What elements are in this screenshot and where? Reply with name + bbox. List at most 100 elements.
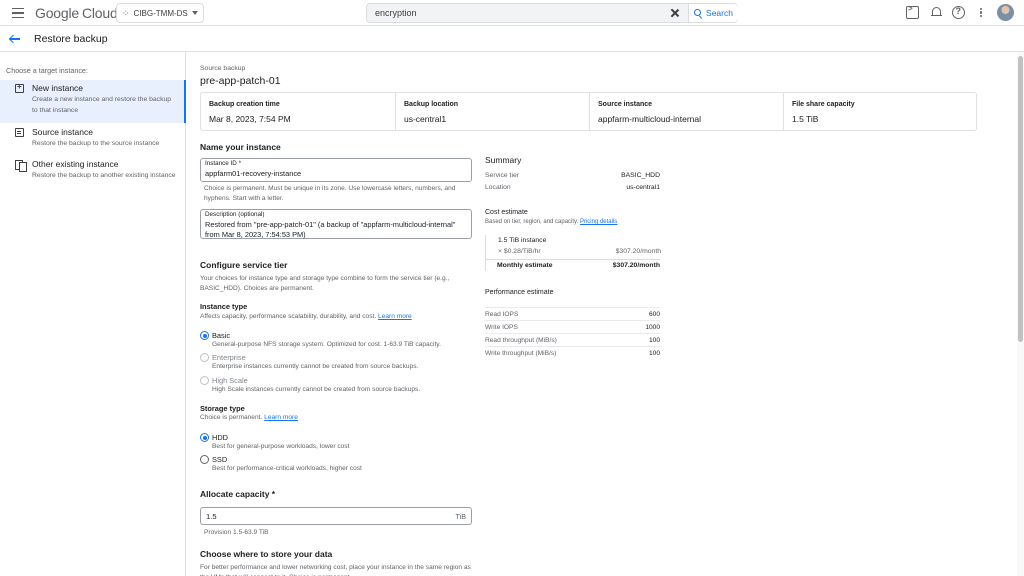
storage-type-desc-text: Choice is permanent. bbox=[200, 414, 263, 421]
source-col-instance: Source instance appfarm-multicloud-inter… bbox=[589, 93, 783, 130]
monthly-estimate-label: Monthly estimate bbox=[497, 262, 553, 269]
scrollbar-thumb[interactable] bbox=[1018, 56, 1023, 342]
summary-title: Summary bbox=[485, 155, 522, 165]
radio-ssd-label: SSD bbox=[212, 455, 228, 464]
column-value: 1.5 TiB bbox=[792, 114, 819, 124]
source-col-capacity: File share capacity 1.5 TiB bbox=[783, 93, 976, 130]
perf-key: Read throughput (MiB/s) bbox=[485, 337, 557, 344]
top-bar: GoogleCloud ⁘ CIBG-TMM-DS Search bbox=[0, 0, 1024, 26]
radio-high-scale-label: High Scale bbox=[212, 376, 248, 385]
description-field[interactable]: Description (optional) Restored from "pr… bbox=[200, 209, 472, 239]
summary-key: Location bbox=[485, 184, 511, 191]
radio-ssd-desc: Best for performance-critical workloads,… bbox=[212, 465, 362, 472]
column-header: Source instance bbox=[598, 101, 653, 108]
summary-value: BASIC_HDD bbox=[621, 172, 660, 179]
source-backup-card: Backup creation time Mar 8, 2023, 7:54 P… bbox=[200, 92, 977, 131]
column-value: appfarm-multicloud-internal bbox=[598, 114, 701, 124]
cost-rate-label: × $0.28/TiB/hr bbox=[498, 248, 541, 255]
tier-section-title: Configure service tier bbox=[200, 260, 288, 270]
instance-id-hint: Choice is permanent. Must be unique in i… bbox=[204, 185, 456, 202]
menu-icon[interactable] bbox=[10, 5, 26, 21]
radio-ssd[interactable] bbox=[200, 455, 209, 464]
region-desc: For better performance and lower network… bbox=[200, 564, 471, 576]
cloud-shell-icon[interactable] bbox=[906, 4, 919, 19]
cost-line-label: 1.5 TiB instance bbox=[498, 237, 547, 244]
search-bar: Search bbox=[366, 3, 738, 23]
option-title: New instance bbox=[32, 83, 84, 93]
google-cloud-logo[interactable]: Google Cloud bbox=[35, 5, 118, 21]
chevron-down-icon bbox=[192, 11, 198, 15]
logo-google-text: Google bbox=[35, 5, 79, 21]
column-value: us-central1 bbox=[404, 114, 447, 124]
tier-description: Your choices for instance type and stora… bbox=[200, 275, 450, 292]
perf-value: 600 bbox=[648, 311, 660, 318]
option-desc: Restore the backup to another existing i… bbox=[32, 172, 176, 179]
instance-id-field[interactable]: Instance ID * appfarm01-recovery-instanc… bbox=[200, 158, 472, 182]
cost-estimate-title: Cost estimate bbox=[485, 209, 528, 216]
search-input[interactable] bbox=[367, 4, 667, 22]
option-source-instance[interactable]: Source instance Restore the backup to th… bbox=[0, 124, 186, 154]
radio-hdd[interactable] bbox=[200, 433, 209, 442]
instance-id-label: Instance ID * bbox=[205, 160, 242, 167]
search-icon bbox=[694, 8, 703, 18]
storage-type-title: Storage type bbox=[200, 404, 245, 413]
instance-type-desc-text: Affects capacity, performance scalabilit… bbox=[200, 313, 377, 320]
radio-enterprise bbox=[200, 353, 209, 362]
description-label: Description (optional) bbox=[205, 211, 265, 218]
radio-basic-desc: General-purpose NFS storage system. Opti… bbox=[212, 341, 441, 348]
radio-basic-label: Basic bbox=[212, 331, 231, 340]
search-button[interactable]: Search bbox=[688, 4, 738, 22]
bell-icon[interactable] bbox=[930, 6, 943, 19]
project-picker[interactable]: ⁘ CIBG-TMM-DS bbox=[116, 3, 204, 23]
instance-id-value: appfarm01-recovery-instance bbox=[205, 169, 302, 178]
performance-estimate-title: Performance estimate bbox=[485, 289, 554, 296]
perf-row: Read throughput (MiB/s) 100 bbox=[485, 333, 660, 346]
learn-more-link[interactable]: Learn more bbox=[264, 414, 298, 421]
option-title: Source instance bbox=[32, 127, 93, 137]
radio-basic[interactable] bbox=[200, 331, 209, 340]
back-arrow-icon[interactable] bbox=[9, 33, 21, 45]
cost-rate-value: $307.20/month bbox=[615, 248, 661, 255]
radio-high-scale-desc: High Scale instances currently cannot be… bbox=[212, 386, 421, 393]
logo-cloud-text: Cloud bbox=[81, 5, 118, 21]
target-heading: Choose a target instance: bbox=[6, 66, 88, 75]
column-header: File share capacity bbox=[792, 101, 855, 108]
perf-row: Write IOPS 1000 bbox=[485, 320, 660, 333]
cost-estimate-sub-text: Based on tier, region, and capacity. bbox=[485, 219, 579, 225]
more-vert-icon[interactable] bbox=[978, 6, 984, 19]
page-title: Restore backup bbox=[34, 33, 108, 45]
option-new-instance[interactable]: New instance Create a new instance and r… bbox=[0, 80, 186, 123]
capacity-input[interactable]: 1.5 TiB bbox=[200, 507, 472, 525]
column-header: Backup creation time bbox=[209, 101, 280, 108]
capacity-unit: TiB bbox=[455, 512, 466, 521]
close-icon[interactable] bbox=[669, 7, 681, 19]
perf-row: Read IOPS 600 bbox=[485, 307, 660, 320]
main-content: Source backup pre-app-patch-01 Backup cr… bbox=[186, 52, 1016, 576]
perf-value: 100 bbox=[648, 350, 660, 357]
instance-type-desc: Affects capacity, performance scalabilit… bbox=[200, 312, 472, 322]
capacity-value: 1.5 bbox=[206, 512, 217, 521]
search-button-label: Search bbox=[706, 8, 733, 18]
radio-enterprise-desc: Enterprise instances currently cannot be… bbox=[212, 363, 419, 370]
summary-value: us-central1 bbox=[626, 184, 660, 191]
region-title: Choose where to store your data bbox=[200, 549, 333, 559]
monthly-estimate: Monthly estimate $307.20/month bbox=[485, 259, 660, 271]
copy-icon bbox=[15, 160, 27, 172]
help-icon[interactable] bbox=[952, 6, 965, 19]
perf-key: Write IOPS bbox=[485, 324, 518, 331]
avatar[interactable] bbox=[997, 4, 1014, 21]
learn-more-link[interactable]: Learn more bbox=[378, 313, 412, 320]
perf-key: Write throughput (MiB/s) bbox=[485, 350, 557, 357]
capacity-hint: Provision 1.5-63.9 TiB bbox=[204, 529, 269, 536]
storage-icon bbox=[15, 128, 24, 137]
perf-row: Write throughput (MiB/s) 100 bbox=[485, 346, 660, 359]
option-other-instance[interactable]: Other existing instance Restore the back… bbox=[0, 156, 186, 196]
radio-hdd-desc: Best for general-purpose workloads, lowe… bbox=[212, 443, 350, 450]
project-icon: ⁘ bbox=[122, 7, 130, 18]
pricing-details-link[interactable]: Pricing details bbox=[580, 219, 617, 225]
source-col-location: Backup location us-central1 bbox=[395, 93, 589, 130]
title-bar: Restore backup bbox=[0, 26, 1024, 52]
add-box-icon bbox=[15, 82, 24, 93]
radio-hdd-label: HDD bbox=[212, 433, 229, 442]
project-name: CIBG-TMM-DS bbox=[133, 8, 188, 18]
